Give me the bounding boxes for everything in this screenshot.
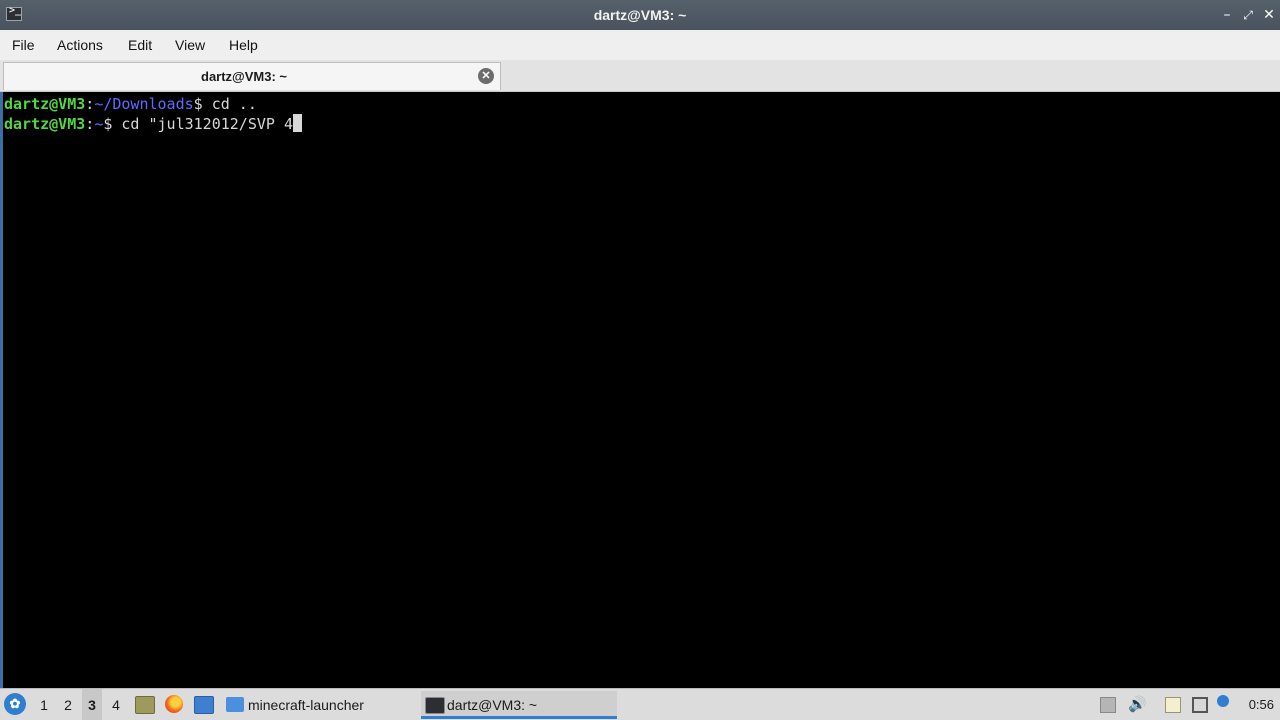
taskbar: ✿ 1 2 3 4 minecraft-launcher dartz@VM3: … xyxy=(0,688,1280,720)
file-manager-icon[interactable] xyxy=(135,696,155,714)
terminal-icon xyxy=(425,697,445,714)
window-titlebar: >_ dartz@VM3: ~ – ⤢ ✕ xyxy=(0,0,1280,30)
task-terminal[interactable]: dartz@VM3: ~ xyxy=(421,691,617,719)
prompt-symbol: $ xyxy=(103,115,122,133)
close-button[interactable]: ✕ xyxy=(1260,6,1278,24)
workspace-4[interactable]: 4 xyxy=(106,689,126,720)
prompt-sep: : xyxy=(85,95,95,113)
notification-icon[interactable] xyxy=(1100,697,1116,713)
menu-edit[interactable]: Edit xyxy=(128,37,152,53)
folder-icon xyxy=(226,697,244,712)
clipboard-icon[interactable] xyxy=(1165,697,1181,713)
menu-file[interactable]: File xyxy=(12,37,35,53)
menubar: File Actions Edit View Help xyxy=(0,30,1280,60)
update-icon[interactable] xyxy=(1217,695,1229,707)
menu-view[interactable]: View xyxy=(175,37,205,53)
desktop-icon[interactable] xyxy=(194,696,214,714)
maximize-button[interactable]: ⤢ xyxy=(1239,6,1257,24)
prompt-path: ~/Downloads xyxy=(94,95,194,113)
workspace-3[interactable]: 3 xyxy=(82,689,102,720)
tab-terminal[interactable]: dartz@VM3: ~ ✕ xyxy=(3,62,501,90)
tab-close-icon[interactable]: ✕ xyxy=(478,68,494,84)
prompt-user: dartz@VM3 xyxy=(4,115,86,133)
text-cursor xyxy=(293,114,302,132)
volume-icon[interactable]: 🔊 xyxy=(1128,697,1147,713)
workspace-1[interactable]: 1 xyxy=(34,689,54,720)
network-icon[interactable] xyxy=(1192,697,1208,713)
terminal-output[interactable]: dartz@VM3:~/Downloads$ cd .. dartz@VM3:~… xyxy=(0,92,1280,688)
terminal-line: dartz@VM3:~/Downloads$ cd .. xyxy=(4,94,257,114)
task-label: dartz@VM3: ~ xyxy=(447,697,538,713)
prompt-user: dartz@VM3 xyxy=(4,95,86,113)
window-title: dartz@VM3: ~ xyxy=(593,7,687,23)
tab-bar: dartz@VM3: ~ ✕ xyxy=(0,60,1280,92)
task-minecraft-launcher[interactable]: minecraft-launcher xyxy=(222,691,412,719)
menu-actions[interactable]: Actions xyxy=(57,37,103,53)
start-menu-icon[interactable]: ✿ xyxy=(4,693,26,715)
workspace-2[interactable]: 2 xyxy=(58,689,78,720)
terminal-line: dartz@VM3:~$ cd "jul312012/SVP 4 xyxy=(4,114,302,134)
minimize-button[interactable]: – xyxy=(1218,6,1236,24)
firefox-icon[interactable] xyxy=(165,695,183,713)
command-text: cd "jul312012/SVP 4 xyxy=(121,115,293,133)
menu-help[interactable]: Help xyxy=(229,37,258,53)
tab-label: dartz@VM3: ~ xyxy=(201,69,287,84)
task-label: minecraft-launcher xyxy=(248,697,364,713)
prompt-path: ~ xyxy=(94,115,104,133)
prompt-sep: : xyxy=(85,115,95,133)
prompt-symbol: $ xyxy=(193,95,212,113)
command-text: cd .. xyxy=(211,95,257,113)
clock[interactable]: 0:56 xyxy=(1249,689,1274,720)
